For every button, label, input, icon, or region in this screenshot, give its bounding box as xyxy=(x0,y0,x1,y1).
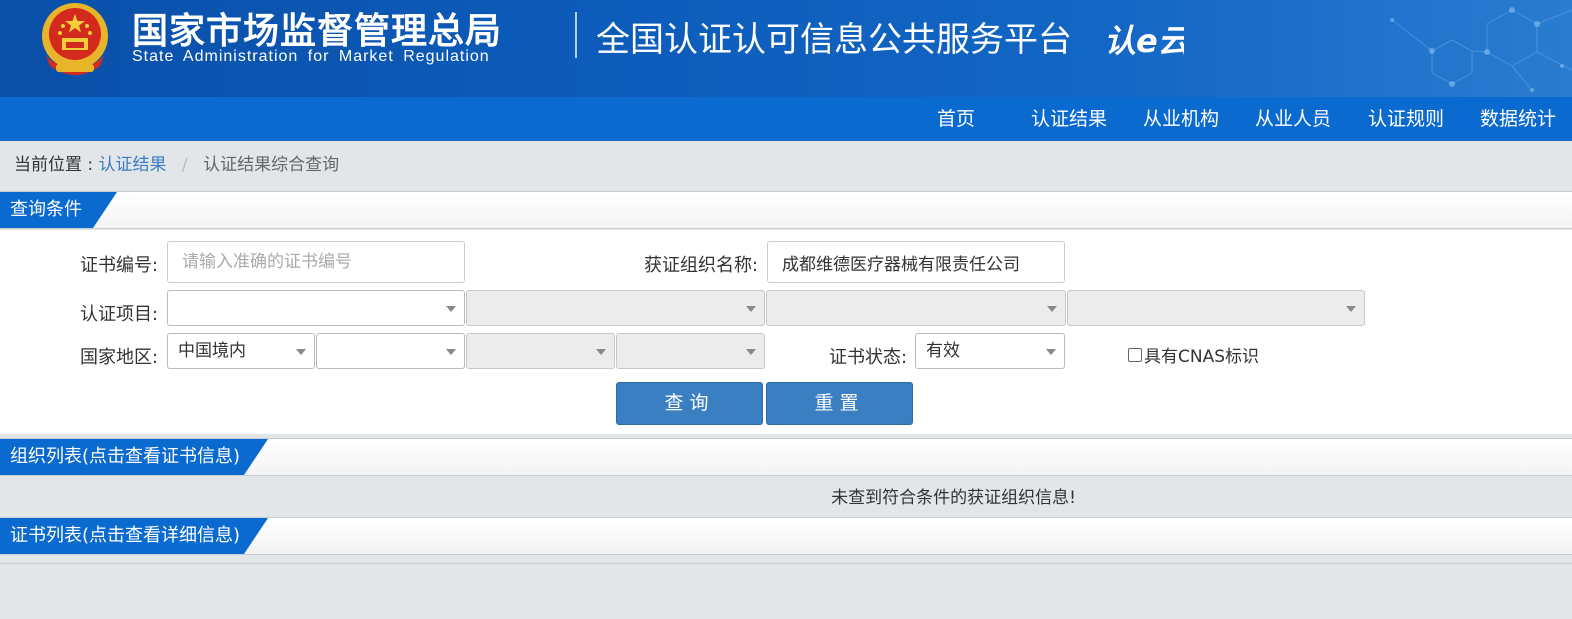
reset-button[interactable]: 重置 xyxy=(766,382,913,425)
search-button[interactable]: 查询 xyxy=(616,382,763,425)
chevron-down-icon xyxy=(446,306,456,312)
agency-name-cn: 国家市场监督管理总局 xyxy=(132,11,503,52)
chevron-down-icon xyxy=(596,349,606,355)
cert-no-label: 证书编号: xyxy=(80,255,159,276)
region-select-city[interactable] xyxy=(466,333,615,369)
project-label: 认证项目: xyxy=(80,304,159,325)
chevron-down-icon xyxy=(746,306,756,312)
banner-divider xyxy=(575,12,577,58)
org-name-input[interactable] xyxy=(767,241,1065,283)
cnas-checkbox[interactable] xyxy=(1128,347,1142,362)
national-emblem-icon xyxy=(42,3,108,75)
query-form: 证书编号: 获证组织名称: 认证项目: 国家地区: 中国境内 证书状态: 有效 … xyxy=(0,230,1572,434)
project-select-3[interactable] xyxy=(766,290,1066,326)
nav-institutions[interactable]: 从业机构 xyxy=(1143,97,1219,141)
query-section-title: 查询条件 xyxy=(0,192,117,228)
breadcrumb-current: 认证结果综合查询 xyxy=(203,155,340,175)
breadcrumb: 当前位置 : 认证结果 / 认证结果综合查询 xyxy=(14,150,339,175)
nav-personnel[interactable]: 从业人员 xyxy=(1255,97,1331,141)
breadcrumb-prefix: 当前位置 : xyxy=(14,155,94,175)
region-select-district[interactable] xyxy=(616,333,765,369)
cert-list-section-title: 证书列表(点击查看详细信息) xyxy=(0,518,268,554)
region-label: 国家地区: xyxy=(80,347,159,368)
breadcrumb-separator: / xyxy=(181,155,188,175)
svg-text:认e云: 认e云 xyxy=(1104,22,1184,60)
region-select-province[interactable] xyxy=(316,333,465,369)
org-list-empty-message: 未查到符合条件的获证组织信息! xyxy=(831,488,1076,508)
nav-statistics[interactable]: 数据统计 xyxy=(1480,97,1556,141)
cert-no-input[interactable] xyxy=(167,241,465,283)
main-navigation: 首页 认证结果 从业机构 从业人员 认证规则 数据统计 xyxy=(0,97,1572,141)
cnas-checkbox-wrap[interactable]: 具有CNAS标识 xyxy=(1128,342,1259,367)
cnas-checkbox-label: 具有CNAS标识 xyxy=(1144,347,1260,367)
platform-title: 全国认证认可信息公共服务平台 xyxy=(596,20,1072,60)
org-list-section-title: 组织列表(点击查看证书信息) xyxy=(0,439,268,475)
cert-list-section-header: 证书列表(点击查看详细信息) xyxy=(0,517,1572,555)
status-label: 证书状态: xyxy=(829,347,908,368)
chevron-down-icon xyxy=(746,349,756,355)
chevron-down-icon xyxy=(446,349,456,355)
chevron-down-icon xyxy=(1046,349,1056,355)
nav-cert-results[interactable]: 认证结果 xyxy=(1031,97,1107,141)
header-banner: 国家市场监督管理总局 State Administration for Mark… xyxy=(0,0,1572,97)
query-section-header: 查询条件 xyxy=(0,191,1572,229)
project-select-4[interactable] xyxy=(1067,290,1365,326)
nav-cert-rules[interactable]: 认证规则 xyxy=(1368,97,1444,141)
breadcrumb-link-cert-results[interactable]: 认证结果 xyxy=(99,155,167,175)
chevron-down-icon xyxy=(1346,306,1356,312)
network-pattern-decoration xyxy=(1390,7,1572,92)
org-name-label: 获证组织名称: xyxy=(644,255,759,276)
project-select-1[interactable] xyxy=(167,290,465,326)
nav-home[interactable]: 首页 xyxy=(937,97,975,141)
renzheng-cloud-logo-icon: 认e云 xyxy=(1104,22,1184,60)
status-select[interactable]: 有效 xyxy=(915,333,1065,369)
project-select-2[interactable] xyxy=(466,290,765,326)
region-select-country[interactable]: 中国境内 xyxy=(167,333,315,369)
chevron-down-icon xyxy=(1047,306,1057,312)
cert-list-divider xyxy=(0,563,1572,564)
agency-name-en: State Administration for Market Regulati… xyxy=(132,48,490,65)
org-list-section-header: 组织列表(点击查看证书信息) xyxy=(0,438,1572,476)
chevron-down-icon xyxy=(296,349,306,355)
